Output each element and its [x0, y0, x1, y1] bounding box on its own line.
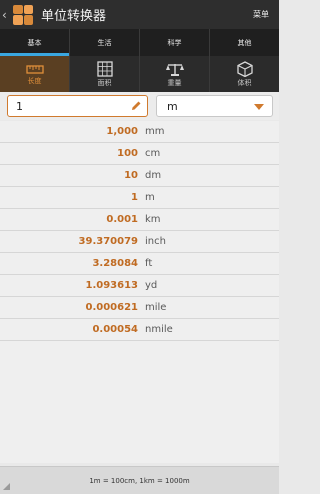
result-unit: dm: [145, 170, 162, 181]
conversion-hint: 1m = 100cm, 1km = 1000m: [89, 476, 190, 485]
result-row[interactable]: 10 dm: [0, 165, 279, 187]
subtab-label: 体积: [237, 78, 252, 87]
tab-life[interactable]: 生活: [70, 29, 140, 56]
conversion-hint-bar: 1m = 100cm, 1km = 1000m: [0, 466, 279, 494]
back-icon[interactable]: ‹: [2, 8, 12, 22]
unit-select[interactable]: m: [156, 95, 273, 117]
result-row[interactable]: 0.000621 mile: [0, 297, 279, 319]
category-tabs: 基本 生活 科学 其他: [0, 29, 279, 56]
result-value: 3.28084: [92, 258, 138, 269]
result-value: 0.00054: [92, 324, 138, 335]
result-unit: ft: [145, 258, 153, 269]
result-unit: cm: [145, 148, 161, 159]
subtab-label: 重量: [167, 78, 182, 87]
subtab-area[interactable]: 面积: [70, 56, 140, 92]
grid-icon: [96, 60, 113, 77]
result-unit: yd: [145, 280, 158, 291]
result-value: 1.093613: [85, 280, 138, 291]
subtab-weight[interactable]: 重量: [140, 56, 210, 92]
scale-icon: [165, 63, 184, 76]
result-row[interactable]: 3.28084 ft: [0, 253, 279, 275]
results-list: 1,000 mm 100 cm 10 dm 1m 0.001 km 39.370079 i…: [0, 121, 279, 463]
result-row[interactable]: 100 cm: [0, 143, 279, 165]
result-value: 1: [131, 192, 138, 203]
result-unit: nmile: [145, 324, 173, 335]
tab-science[interactable]: 科学: [140, 29, 210, 56]
result-row[interactable]: 0.001 km: [0, 209, 279, 231]
result-value: 0.000621: [85, 302, 138, 313]
result-value: 1,000: [106, 126, 138, 137]
result-value: 0.001: [106, 214, 138, 225]
pencil-icon[interactable]: [131, 100, 142, 111]
subtab-volume[interactable]: 体积: [210, 56, 279, 92]
result-value: 39.370079: [78, 236, 138, 247]
subtab-label: 长度: [27, 76, 42, 85]
result-row[interactable]: 39.370079 inch: [0, 231, 279, 253]
chevron-down-icon: [254, 104, 264, 110]
subtab-label: 面积: [97, 78, 112, 87]
resize-grip-icon[interactable]: [3, 483, 10, 490]
menu-button[interactable]: 菜单: [253, 9, 269, 20]
tab-other[interactable]: 其他: [210, 29, 279, 56]
tab-basic[interactable]: 基本: [0, 29, 70, 56]
value-input[interactable]: 1: [7, 95, 148, 117]
result-row[interactable]: 0.00054 nmile: [0, 319, 279, 341]
result-value: 100: [117, 148, 138, 159]
input-row: 1 m: [0, 92, 279, 120]
result-unit: m: [145, 192, 155, 203]
unit-select-value: m: [167, 100, 178, 113]
ruler-icon: [25, 64, 44, 74]
subtab-length[interactable]: 长度: [0, 56, 70, 92]
title-bar: ‹ 单位转换器 菜单: [0, 0, 279, 29]
app-icon[interactable]: [13, 4, 33, 25]
unit-converter-app: ‹ 单位转换器 菜单 基本 生活 科学 其他 长度 面积 重量 体积 1 m 1…: [0, 0, 279, 494]
result-unit: mile: [145, 302, 167, 313]
app-title: 单位转换器: [41, 9, 107, 24]
result-row[interactable]: 1.093613 yd: [0, 275, 279, 297]
result-row[interactable]: 1,000 mm: [0, 121, 279, 143]
result-row[interactable]: 1m: [0, 187, 279, 209]
result-unit: km: [145, 214, 161, 225]
value-input-text[interactable]: 1: [16, 100, 23, 113]
result-unit: inch: [145, 236, 166, 247]
result-value: 10: [124, 170, 138, 181]
unit-type-tabs: 长度 面积 重量 体积: [0, 56, 279, 92]
result-unit: mm: [145, 126, 165, 137]
cube-icon: [236, 60, 253, 77]
